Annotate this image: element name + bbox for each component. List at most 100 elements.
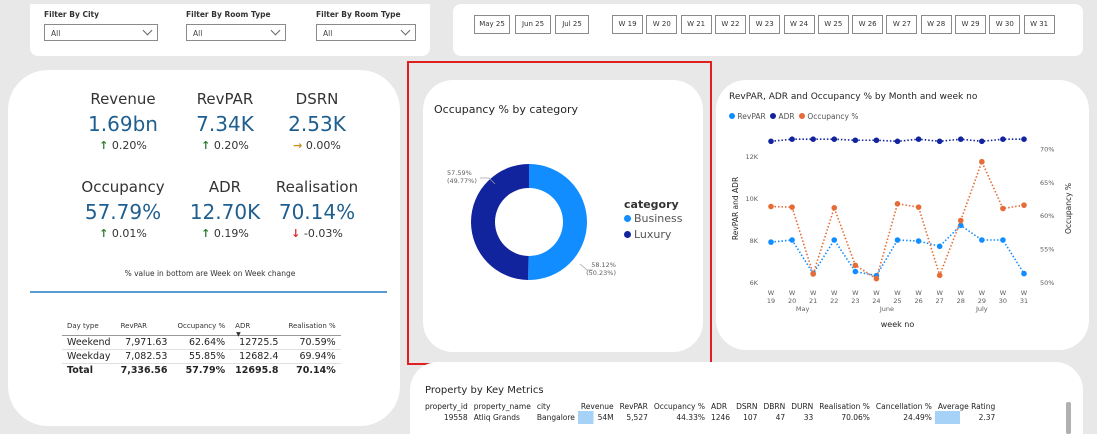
property-col-header[interactable]: ADR	[708, 402, 733, 411]
data-point[interactable]	[1000, 237, 1006, 243]
week-tile[interactable]: W 20	[646, 15, 678, 34]
property-title: Property by Key Metrics	[425, 385, 544, 396]
data-point[interactable]	[789, 237, 795, 243]
data-point[interactable]	[789, 204, 795, 210]
week-tile[interactable]: W 23	[749, 15, 781, 34]
data-point[interactable]	[768, 239, 774, 245]
x-tick-label: 28	[957, 297, 965, 305]
data-point[interactable]	[1000, 205, 1006, 212]
week-tile[interactable]: W 29	[955, 15, 986, 34]
kpi-card: Realisation 70.14% ↓ -0.03%	[267, 178, 367, 240]
kpi-change-value: 0.01%	[111, 227, 147, 240]
data-point[interactable]	[957, 136, 964, 142]
table-cell: Total	[62, 363, 116, 377]
data-point[interactable]	[979, 158, 985, 165]
x-tick-label: W	[852, 289, 859, 297]
data-point[interactable]	[936, 138, 943, 145]
donut-slice-business[interactable]	[528, 164, 587, 280]
week-tile[interactable]: W 21	[680, 15, 712, 34]
data-point[interactable]	[852, 262, 859, 269]
week-tile[interactable]: W 28	[920, 15, 952, 34]
y2-tick-label: 70%	[1040, 145, 1054, 153]
city-dropdown[interactable]: All	[44, 24, 158, 41]
col-day-type[interactable]: Day type	[62, 322, 116, 336]
property-col-header[interactable]: Realisation %	[816, 402, 873, 411]
data-point[interactable]	[831, 205, 838, 211]
data-point[interactable]	[915, 238, 922, 244]
data-point[interactable]	[936, 243, 943, 250]
data-point[interactable]	[831, 237, 838, 243]
legend-item-business[interactable]: Business	[624, 212, 683, 225]
chevron-down-icon	[270, 25, 281, 36]
week-tile[interactable]: W 22	[714, 15, 746, 34]
week-tile[interactable]: W 24	[783, 15, 815, 34]
data-point[interactable]	[768, 203, 774, 210]
scrollbar[interactable]	[1066, 402, 1071, 434]
col-occupancy[interactable]: Occupancy %	[172, 322, 231, 336]
property-col-header[interactable]: Revenue	[578, 402, 617, 411]
property-col-header[interactable]: property_id	[422, 402, 471, 411]
data-point[interactable]	[852, 137, 859, 144]
data-point[interactable]	[873, 275, 880, 282]
kpi-value: 1.69bn	[88, 112, 158, 136]
data-point[interactable]	[979, 237, 985, 243]
x-group-label: May	[796, 305, 810, 313]
data-point[interactable]	[894, 201, 901, 207]
property-col-header[interactable]: Average Rating	[935, 402, 998, 411]
table-cell: Weekday	[62, 349, 116, 364]
data-point[interactable]	[894, 138, 901, 145]
data-point[interactable]	[957, 217, 964, 224]
table-row: 19558 Atliq Grands Bangalore 54M 5,527 44.33%…	[422, 411, 999, 424]
property-col-header[interactable]: Cancellation %	[873, 402, 935, 411]
data-point[interactable]	[979, 138, 985, 145]
data-point[interactable]	[915, 204, 922, 210]
data-point[interactable]	[1021, 202, 1027, 208]
month-tile[interactable]: Jul 25	[555, 15, 589, 34]
data-point[interactable]	[873, 137, 880, 144]
data-point[interactable]	[831, 136, 838, 142]
data-point[interactable]	[936, 272, 943, 279]
week-tile[interactable]: W 31	[1023, 15, 1055, 34]
day-table-header: Day type RevPAR Occupancy % ADR ▼ Realisa…	[62, 322, 341, 338]
data-point[interactable]	[789, 136, 795, 142]
kpi-change-value: 0.20%	[213, 139, 249, 152]
data-point[interactable]	[894, 237, 901, 243]
data-point[interactable]	[915, 136, 922, 142]
room-type-2-dropdown[interactable]: All	[316, 24, 416, 41]
table-cell: 47	[775, 413, 786, 422]
week-tile[interactable]: W 26	[852, 15, 884, 34]
data-point[interactable]	[810, 271, 816, 277]
data-point[interactable]	[957, 222, 964, 229]
property-col-header[interactable]: DSRN	[733, 402, 760, 411]
table-cell: 54M	[577, 411, 617, 424]
col-revpar[interactable]: RevPAR	[115, 322, 173, 336]
property-col-header[interactable]: DBRN	[760, 402, 788, 411]
legend-item-luxury[interactable]: Luxury	[624, 228, 683, 241]
donut-slice-luxury[interactable]	[471, 164, 529, 280]
month-tile[interactable]: May 25	[474, 15, 510, 34]
col-realisation[interactable]: Realisation %	[283, 322, 341, 336]
week-tile[interactable]: W 30	[989, 15, 1021, 34]
kpi-value: 7.34K	[196, 112, 254, 136]
property-col-header[interactable]: RevPAR	[617, 402, 651, 411]
property-col-header[interactable]: property_name	[471, 402, 534, 411]
week-tile[interactable]: W 19	[612, 15, 643, 34]
property-col-header[interactable]: city	[534, 402, 578, 411]
data-point[interactable]	[768, 138, 774, 145]
property-col-header[interactable]: DURN	[788, 402, 816, 411]
kpi-change: ↑ 0.20%	[175, 139, 275, 152]
col-adr[interactable]: ADR ▼	[230, 322, 284, 338]
data-point[interactable]	[1021, 136, 1027, 142]
week-tile[interactable]: W 25	[817, 15, 849, 34]
chevron-down-icon	[400, 25, 411, 36]
room-type-dropdown[interactable]: All	[186, 24, 286, 41]
data-point[interactable]	[1021, 270, 1027, 277]
series-line-occupancy[interactable]	[770, 159, 1025, 280]
data-point[interactable]	[852, 268, 859, 275]
data-point[interactable]	[1000, 136, 1006, 142]
data-point[interactable]	[810, 136, 816, 142]
series-line-revpar[interactable]	[770, 224, 1025, 277]
week-tile[interactable]: W 27	[886, 15, 918, 34]
month-tile[interactable]: Jun 25	[515, 15, 551, 34]
property-col-header[interactable]: Occupancy %	[651, 402, 708, 411]
